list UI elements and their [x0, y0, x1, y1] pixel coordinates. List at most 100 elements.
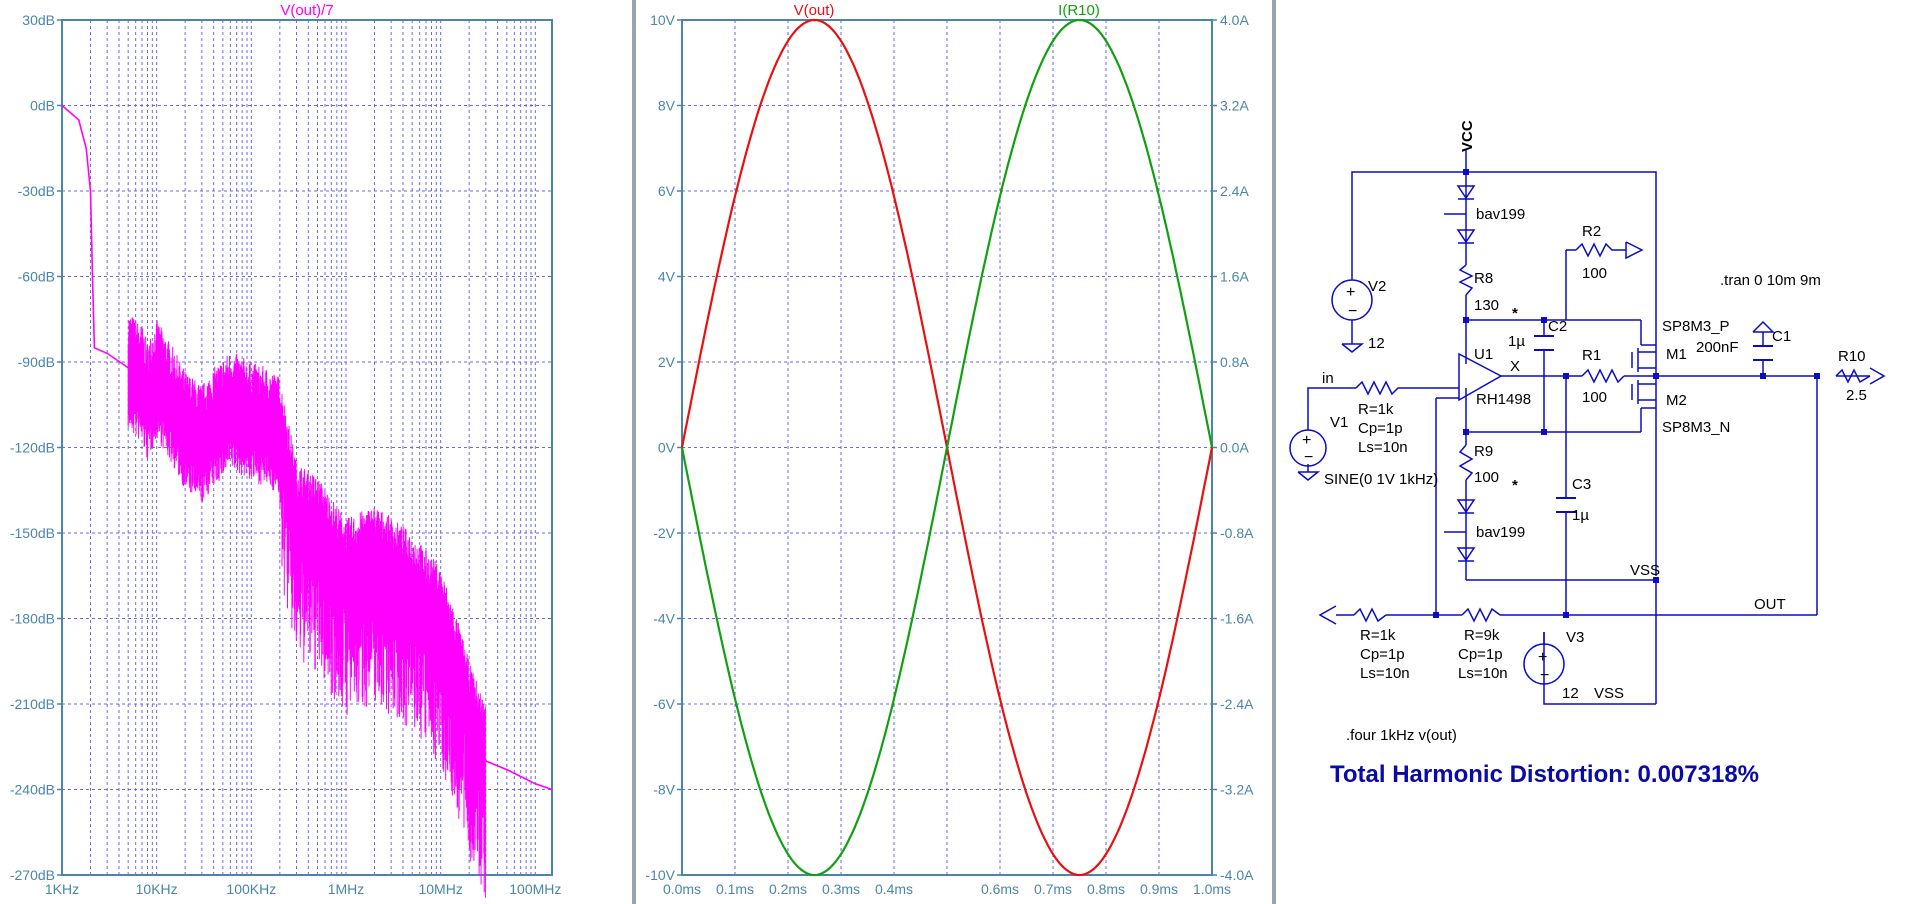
r8-name[interactable]: R8	[1474, 270, 1493, 287]
transient-right-tick-label: 0.0A	[1220, 440, 1249, 456]
thd-result: Total Harmonic Distortion: 0.007318%	[1330, 761, 1759, 788]
m2-model[interactable]: SP8M3_N	[1662, 419, 1730, 436]
r2-resistor	[1575, 242, 1626, 258]
transient-right-tick-label: -2.4A	[1220, 696, 1254, 712]
r1-resistor	[1581, 368, 1625, 384]
transient-right-tick-label: 2.4A	[1220, 183, 1249, 199]
v2-value[interactable]: 12	[1368, 335, 1385, 352]
transient-plot[interactable]: 10V8V6V4V2V0V-2V-4V-6V-8V-10V 4.0A3.2A2.…	[636, 0, 1272, 904]
schematic-canvas[interactable]: +− +− +− VCC bav199 R8 130 * R2 100 .tra…	[1276, 0, 1911, 904]
vss-bottom-label[interactable]: VSS	[1594, 685, 1624, 702]
transient-x-axis: 0.0ms 0.1ms 0.2ms 0.3ms 0.4ms 0.6ms 0.7ms 0.8ms…	[663, 881, 1231, 897]
star-top[interactable]: *	[1512, 305, 1518, 322]
fft-x-tick-label: 100MHz	[509, 881, 561, 897]
rfb1-cp[interactable]: Cp=1p	[1360, 646, 1405, 663]
vout-trace-title[interactable]: V(out)	[794, 2, 835, 19]
v1-value[interactable]: SINE(0 1V 1kHz)	[1324, 471, 1438, 488]
v3-name[interactable]: V3	[1566, 629, 1584, 646]
rin-resistor	[1355, 380, 1408, 396]
r1-value[interactable]: 100	[1582, 389, 1607, 406]
fft-y-tick-label: -90dB	[18, 354, 55, 370]
svg-text:−: −	[1304, 449, 1313, 466]
u1-model[interactable]: RH1498	[1476, 391, 1531, 408]
rin-ls[interactable]: Ls=10n	[1358, 439, 1408, 456]
r9-value[interactable]: 100	[1474, 469, 1499, 486]
r2-arrow	[1625, 241, 1644, 260]
v2-name[interactable]: V2	[1368, 278, 1386, 295]
out-label[interactable]: OUT	[1754, 596, 1786, 613]
x-label[interactable]: X	[1510, 358, 1520, 375]
transient-right-tick-label: -1.6A	[1220, 611, 1254, 627]
bav-top-label[interactable]: bav199	[1476, 206, 1525, 223]
r9-name[interactable]: R9	[1474, 443, 1493, 460]
vcc-label[interactable]: VCC	[1459, 120, 1476, 152]
fft-plot-pane[interactable]: 30dB 0dB -30dB -60dB -90dB -120dB -150dB -180dB…	[0, 0, 632, 904]
fft-y-tick-label: -60dB	[18, 269, 55, 285]
fft-plot[interactable]: 30dB 0dB -30dB -60dB -90dB -120dB -150dB -180dB…	[0, 0, 632, 904]
rfb1-resistor	[1353, 607, 1387, 623]
fft-y-tick-label: -210dB	[10, 696, 55, 712]
r10-arrow	[1869, 367, 1886, 385]
fft-y-axis: 30dB 0dB -30dB -60dB -90dB -120dB -150dB -180dB…	[10, 12, 62, 883]
fft-trace-title[interactable]: V(out)/7	[280, 2, 333, 19]
r10-value[interactable]: 2.5	[1846, 387, 1867, 404]
rin-r[interactable]: R=1k	[1358, 401, 1394, 418]
in-label[interactable]: in	[1322, 370, 1334, 387]
rin-cp[interactable]: Cp=1p	[1358, 420, 1403, 437]
r8-value[interactable]: 130	[1474, 297, 1499, 314]
m2-name[interactable]: M2	[1666, 392, 1687, 409]
svg-text:−: −	[1540, 667, 1549, 684]
r2-name[interactable]: R2	[1582, 223, 1601, 240]
vss-top-label[interactable]: VSS	[1630, 562, 1660, 579]
fft-x-tick-label: 10MHz	[418, 881, 462, 897]
transient-left-tick-label: -6V	[653, 696, 675, 712]
tran-directive[interactable]: .tran 0 10m 9m	[1720, 272, 1821, 289]
c2-value[interactable]: 1µ	[1508, 333, 1525, 350]
c1-name[interactable]: C1	[1772, 328, 1791, 345]
transient-right-tick-label: 0.8A	[1220, 354, 1249, 370]
fft-y-tick-label: 0dB	[30, 98, 55, 114]
transient-x-tick-label: 0.7ms	[1034, 881, 1072, 897]
transient-x-tick-label: 1.0ms	[1193, 881, 1231, 897]
r10-name[interactable]: R10	[1838, 348, 1866, 365]
fft-x-tick-label: 1MHz	[328, 881, 365, 897]
transient-left-tick-label: -2V	[653, 525, 675, 541]
transient-x-tick-label: 0.9ms	[1140, 881, 1178, 897]
m1-name[interactable]: M1	[1666, 346, 1687, 363]
transient-left-tick-label: 2V	[658, 354, 676, 370]
r8-resistor	[1458, 264, 1474, 296]
transient-x-tick-label: 0.8ms	[1087, 881, 1125, 897]
four-directive[interactable]: .four 1kHz v(out)	[1346, 727, 1457, 744]
fft-y-tick-label: -240dB	[10, 782, 55, 798]
transient-right-tick-label: 1.6A	[1220, 269, 1249, 285]
out-arrow	[1318, 605, 1337, 625]
v1-name[interactable]: V1	[1330, 414, 1348, 431]
m1-model[interactable]: SP8M3_P	[1662, 318, 1730, 335]
fft-y-tick-label: -120dB	[10, 440, 55, 456]
fft-y-tick-label: 30dB	[22, 12, 55, 28]
rfb1-r[interactable]: R=1k	[1360, 627, 1396, 644]
c1-value[interactable]: 200nF	[1696, 339, 1739, 356]
svg-text:−: −	[1348, 303, 1357, 320]
c3-name[interactable]: C3	[1572, 476, 1591, 493]
transient-x-tick-label: 0.2ms	[769, 881, 807, 897]
fft-x-tick-label: 100KHz	[226, 881, 276, 897]
transient-plot-pane[interactable]: 10V 8V 6V 4V 2V 0V -2V -4V -6V -8V -10V 4.0A 3.2A 2.…	[636, 0, 1272, 904]
rfb2-ls[interactable]: Ls=10n	[1458, 665, 1508, 682]
r1-name[interactable]: R1	[1582, 347, 1601, 364]
rfb1-ls[interactable]: Ls=10n	[1360, 665, 1410, 682]
transient-x-tick-label: 0.4ms	[875, 881, 913, 897]
v3-value[interactable]: 12	[1562, 685, 1579, 702]
transient-left-y-axis: 10V8V6V4V2V0V-2V-4V-6V-8V-10V	[645, 12, 682, 883]
transient-left-tick-label: 0V	[658, 440, 676, 456]
rfb2-r[interactable]: R=9k	[1464, 627, 1500, 644]
star-bottom[interactable]: *	[1512, 477, 1518, 494]
u1-name[interactable]: U1	[1474, 346, 1493, 363]
c3-value[interactable]: 1µ	[1572, 507, 1589, 524]
r2-value[interactable]: 100	[1582, 265, 1607, 282]
ir10-trace-title[interactable]: I(R10)	[1058, 2, 1100, 19]
rfb2-cp[interactable]: Cp=1p	[1458, 646, 1503, 663]
c2-name[interactable]: C2	[1548, 318, 1567, 335]
schematic-pane[interactable]: + − + − + − VCC bav199 R8 130 * R2 100 .…	[1276, 0, 1911, 904]
bav-bottom-label[interactable]: bav199	[1476, 524, 1525, 541]
